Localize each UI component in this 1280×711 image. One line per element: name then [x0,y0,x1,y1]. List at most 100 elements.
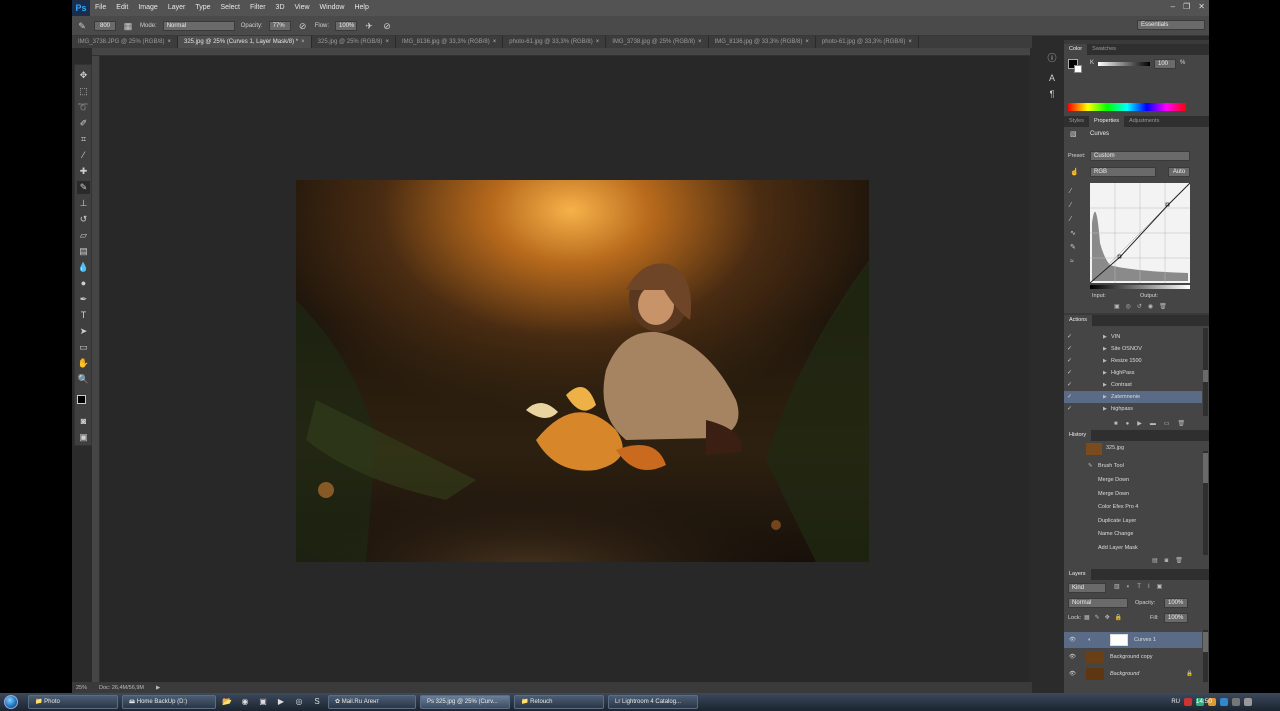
tab-color[interactable]: Color [1064,44,1088,55]
history-step[interactable]: Merge Down [1064,474,1202,486]
blend-mode-select[interactable]: Normal [1068,598,1128,608]
tray-app-icon[interactable] [1220,698,1228,706]
eye-icon[interactable]: 👁 [1069,666,1076,682]
tab-properties[interactable]: Properties [1088,116,1125,127]
close-icon[interactable]: ✕ [1198,2,1205,11]
doc-tab[interactable]: 325.jpg @ 25% (RGB/8) × [312,36,396,48]
eyedropper-black-icon[interactable]: ⁄ [1070,185,1080,199]
pressure-size-icon[interactable]: ⊘ [381,20,393,32]
language-indicator[interactable]: RU [1171,699,1180,705]
action-item[interactable]: ✓ ▶ VIN [1064,331,1202,343]
brush-size-picker[interactable]: 800 [94,20,116,31]
zoom-tool-icon[interactable]: 🔍 [77,373,90,386]
doc-tab[interactable]: IMG_8136.jpg @ 33,3% (RGB/8) × [396,36,504,48]
menu-help[interactable]: Help [349,0,373,16]
explorer-icon[interactable]: 📂 [220,695,234,709]
checkmark-icon[interactable]: ✓ [1067,331,1075,343]
clock[interactable]: 14:50 [1196,698,1212,705]
fill-input[interactable]: 100% [1164,613,1188,623]
expand-triangle-icon[interactable]: ▶ [1103,367,1107,379]
lock-icons[interactable]: ▦✎✥🔒 [1084,614,1127,621]
taskbar-button-lightroom[interactable]: Lr Lightroom 4 Catalog... [608,695,698,709]
layers-scrollbar[interactable] [1203,630,1208,682]
taskbar-button-photoshop[interactable]: Ps 325.jpg @ 25% (Curv... [420,695,510,709]
action-item[interactable]: ✓ ▶ highpass [1064,403,1202,415]
eye-icon[interactable]: 👁 [1069,649,1076,665]
channel-select[interactable]: RGB [1090,167,1156,177]
tab-history[interactable]: History [1064,430,1092,441]
eyedropper-white-icon[interactable]: ⁄ [1070,213,1080,227]
bg-color-chip[interactable] [1074,65,1082,73]
checkmark-icon[interactable]: ✓ [1067,355,1075,367]
expand-triangle-icon[interactable]: ▶ [1103,355,1107,367]
expand-triangle-icon[interactable]: ▶ [1103,403,1107,415]
checkmark-icon[interactable]: ✓ [1067,391,1075,403]
layer-filter-icons[interactable]: ▨◐TI▣ [1114,583,1169,590]
color-ramp[interactable] [1068,103,1186,111]
checkmark-icon[interactable]: ✓ [1067,403,1075,415]
close-tab-icon[interactable]: × [596,39,600,45]
menu-type[interactable]: Type [190,0,215,16]
history-step[interactable]: Merge Down [1064,488,1202,500]
menu-select[interactable]: Select [216,0,245,16]
layer-thumbnail[interactable] [1086,668,1104,680]
history-step[interactable]: Duplicate Layer [1064,515,1202,527]
preset-select[interactable]: Custom [1090,151,1190,161]
foreground-color-swatch[interactable] [77,395,86,404]
menu-window[interactable]: Window [315,0,350,16]
tray-app-icon[interactable] [1184,698,1192,706]
close-tab-icon[interactable]: × [167,39,171,45]
horizontal-ruler[interactable] [92,48,1030,56]
expand-triangle-icon[interactable]: ▶ [1103,379,1107,391]
layer-mask-thumbnail[interactable] [1110,634,1128,646]
taskbar-button-photo[interactable]: 📁 Photo [28,695,118,709]
close-tab-icon[interactable]: × [908,39,912,45]
eyedropper-gray-icon[interactable]: ⁄ [1070,199,1080,213]
close-tab-icon[interactable]: × [301,39,305,45]
taskbar-button-mail[interactable]: ✿ Mail.Ru Агент [328,695,416,709]
actions-scrollbar[interactable] [1203,328,1208,416]
network-icon[interactable] [1232,698,1240,706]
snapshot-name[interactable]: 325.jpg [1106,445,1124,451]
properties-footer-icons[interactable]: ▣◎↺◉🗑 [1114,303,1173,310]
opacity-input[interactable]: 77% [268,20,291,31]
paragraph-icon[interactable]: ¶ [1046,88,1058,100]
action-item[interactable]: ✓ ▶ Site OSNOV [1064,343,1202,355]
hand-tool-icon[interactable]: ✋ [77,357,90,370]
menu-layer[interactable]: Layer [163,0,191,16]
doc-tab[interactable]: photo-61.jpg @ 33,3% (RGB/8) × [816,36,919,48]
expand-triangle-icon[interactable]: ▶ [1103,343,1107,355]
screen-mode-icon[interactable]: ▣ [77,431,90,444]
layer-row-selected[interactable]: 👁 ◐ Curves 1 [1064,632,1202,648]
app-icon[interactable]: ▣ [256,695,270,709]
menu-edit[interactable]: Edit [111,0,133,16]
skype-icon[interactable]: S [310,695,324,709]
close-tab-icon[interactable]: × [385,39,389,45]
action-item-selected[interactable]: ✓ ▶ Zatemnenie [1064,391,1202,403]
actions-footer-icons[interactable]: ■●▶▬▭🗑 [1114,420,1193,427]
minimize-icon[interactable]: – [1171,2,1175,11]
browser-icon[interactable]: ◎ [292,695,306,709]
curve-point-icon[interactable]: ∿ [1070,227,1080,241]
pressure-opacity-icon[interactable]: ⊘ [297,20,309,32]
checkmark-icon[interactable]: ✓ [1067,379,1075,391]
zoom-level[interactable]: 25% [76,685,87,691]
path-select-tool-icon[interactable]: ➤ [77,325,90,338]
layer-opacity-input[interactable]: 100% [1164,598,1188,608]
snapshot-thumbnail[interactable] [1086,443,1102,455]
brush-tool-icon[interactable]: ✎ [77,181,90,194]
healing-brush-tool-icon[interactable]: ✚ [77,165,90,178]
blur-tool-icon[interactable]: 💧 [77,261,90,274]
history-step[interactable]: Color Efex Pro 4 [1064,501,1202,513]
history-brush-tool-icon[interactable]: ↺ [77,213,90,226]
vertical-ruler[interactable] [92,56,100,682]
workspace-select[interactable]: Essentials [1137,20,1205,30]
layer-thumbnail[interactable] [1086,651,1104,663]
quick-select-tool-icon[interactable]: ✐ [77,117,90,130]
history-scrollbar[interactable] [1203,451,1208,555]
character-icon[interactable]: A [1046,72,1058,84]
mode-select[interactable]: Normal [162,20,235,31]
doc-tab-active[interactable]: 325.jpg @ 25% (Curves 1, Layer Mask/8) *… [177,36,312,48]
gradient-tool-icon[interactable]: ▤ [77,245,90,258]
close-tab-icon[interactable]: × [805,39,809,45]
